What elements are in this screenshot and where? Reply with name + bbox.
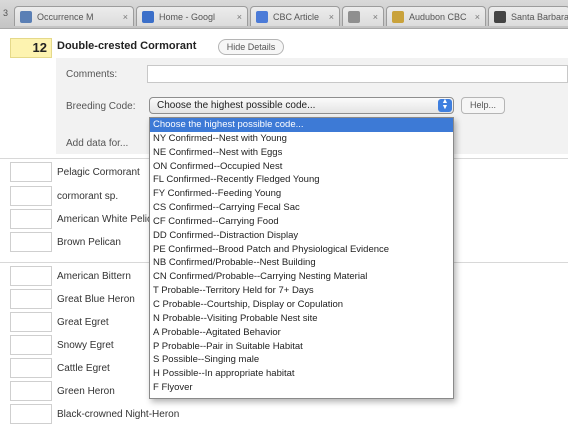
browser-tab[interactable]: Home - Googl × [136, 6, 248, 26]
select-arrows-icon: ▲ ▼ [438, 98, 452, 112]
tab-title: CBC Article [273, 12, 320, 22]
species-name: Brown Pelican [57, 237, 121, 248]
close-tab-icon[interactable]: × [373, 7, 378, 26]
favicon-icon [494, 11, 506, 23]
breeding-option[interactable]: FL Confirmed--Recently Fledged Young [150, 173, 453, 187]
species-name: Black-crowned Night-Heron [57, 409, 180, 420]
species-name: Great Egret [57, 317, 109, 328]
browser-tab[interactable]: Audubon CBC × [386, 6, 486, 26]
count-field[interactable] [10, 289, 52, 309]
breeding-option[interactable]: DD Confirmed--Distraction Display [150, 229, 453, 243]
count-field[interactable] [10, 404, 52, 424]
count-field[interactable] [10, 312, 52, 332]
add-data-label[interactable]: Add data for... [66, 138, 128, 149]
count-field[interactable] [10, 186, 52, 206]
browser-tab[interactable]: Santa Barbara [488, 6, 568, 26]
species-name: Great Blue Heron [57, 294, 135, 305]
count-field[interactable] [10, 232, 52, 252]
breeding-option[interactable]: NY Confirmed--Nest with Young [150, 132, 453, 146]
breeding-option[interactable]: NB Confirmed/Probable--Nest Building [150, 256, 453, 270]
breeding-option[interactable]: P Probable--Pair in Suitable Habitat [150, 340, 453, 354]
breeding-option[interactable]: F Flyover [150, 381, 453, 395]
breeding-option[interactable]: FY Confirmed--Feeding Young [150, 187, 453, 201]
breeding-option[interactable]: A Probable--Agitated Behavior [150, 326, 453, 340]
breeding-option[interactable]: H Possible--In appropriate habitat [150, 367, 453, 381]
species-name: Snowy Egret [57, 340, 114, 351]
count-field[interactable] [10, 381, 52, 401]
count-field[interactable] [10, 266, 52, 286]
species-name: Pelagic Cormorant [57, 167, 140, 178]
browser-tab-bar: 3 Occurrence M × Home - Googl × CBC Arti… [0, 0, 568, 29]
tab-title: Santa Barbara [511, 12, 568, 22]
species-name: American Bittern [57, 271, 131, 282]
close-tab-icon[interactable]: × [329, 7, 334, 26]
breeding-option[interactable]: N Probable--Visiting Probable Nest site [150, 312, 453, 326]
tab-title: Audubon CBC [409, 12, 467, 22]
close-tab-icon[interactable]: × [237, 7, 242, 26]
tab-title: Occurrence M [37, 12, 94, 22]
tab-count: 3 [3, 8, 9, 18]
breeding-code-selected: Choose the highest possible code... [157, 100, 316, 111]
favicon-icon [142, 11, 154, 23]
breeding-option[interactable]: C Probable--Courtship, Display or Copula… [150, 298, 453, 312]
favicon-icon [348, 11, 360, 23]
breeding-code-select[interactable]: Choose the highest possible code... ▲ ▼ [149, 97, 454, 114]
close-tab-icon[interactable]: × [123, 7, 128, 26]
count-field[interactable] [10, 358, 52, 378]
breeding-option[interactable]: CS Confirmed--Carrying Fecal Sac [150, 201, 453, 215]
species-name: Cattle Egret [57, 363, 110, 374]
breeding-option[interactable]: CN Confirmed/Probable--Carrying Nesting … [150, 270, 453, 284]
count-field[interactable] [10, 162, 52, 182]
count-field[interactable] [10, 335, 52, 355]
species-title: Double-crested Cormorant [57, 40, 197, 52]
species-name: American White Pelican [57, 214, 164, 225]
count-field[interactable] [10, 209, 52, 229]
browser-tab[interactable]: × [342, 6, 384, 26]
species-name: Green Heron [57, 386, 115, 397]
favicon-icon [392, 11, 404, 23]
breeding-code-label: Breeding Code: [66, 101, 136, 112]
breeding-option[interactable]: CF Confirmed--Carrying Food [150, 215, 453, 229]
tab-title: Home - Googl [159, 12, 216, 22]
breeding-option[interactable]: ON Confirmed--Occupied Nest [150, 160, 453, 174]
breeding-option[interactable]: S Possible--Singing male [150, 353, 453, 367]
hide-details-button[interactable]: Hide Details [218, 39, 284, 55]
breeding-option[interactable]: Choose the highest possible code... [150, 118, 453, 132]
browser-tab[interactable]: Occurrence M × [14, 6, 134, 26]
favicon-icon [20, 11, 32, 23]
favicon-icon [256, 11, 268, 23]
browser-tab[interactable]: CBC Article × [250, 6, 340, 26]
breeding-option[interactable]: NE Confirmed--Nest with Eggs [150, 146, 453, 160]
breeding-code-dropdown[interactable]: Choose the highest possible code... NY C… [149, 117, 454, 399]
species-count-field[interactable]: 12 [10, 38, 52, 58]
help-button[interactable]: Help... [461, 97, 505, 114]
breeding-option[interactable]: T Probable--Territory Held for 7+ Days [150, 284, 453, 298]
breeding-option[interactable]: PE Confirmed--Brood Patch and Physiologi… [150, 243, 453, 257]
comments-label: Comments: [66, 69, 118, 80]
comments-input[interactable] [147, 65, 568, 83]
species-name: cormorant sp. [57, 191, 119, 202]
close-tab-icon[interactable]: × [475, 7, 480, 26]
